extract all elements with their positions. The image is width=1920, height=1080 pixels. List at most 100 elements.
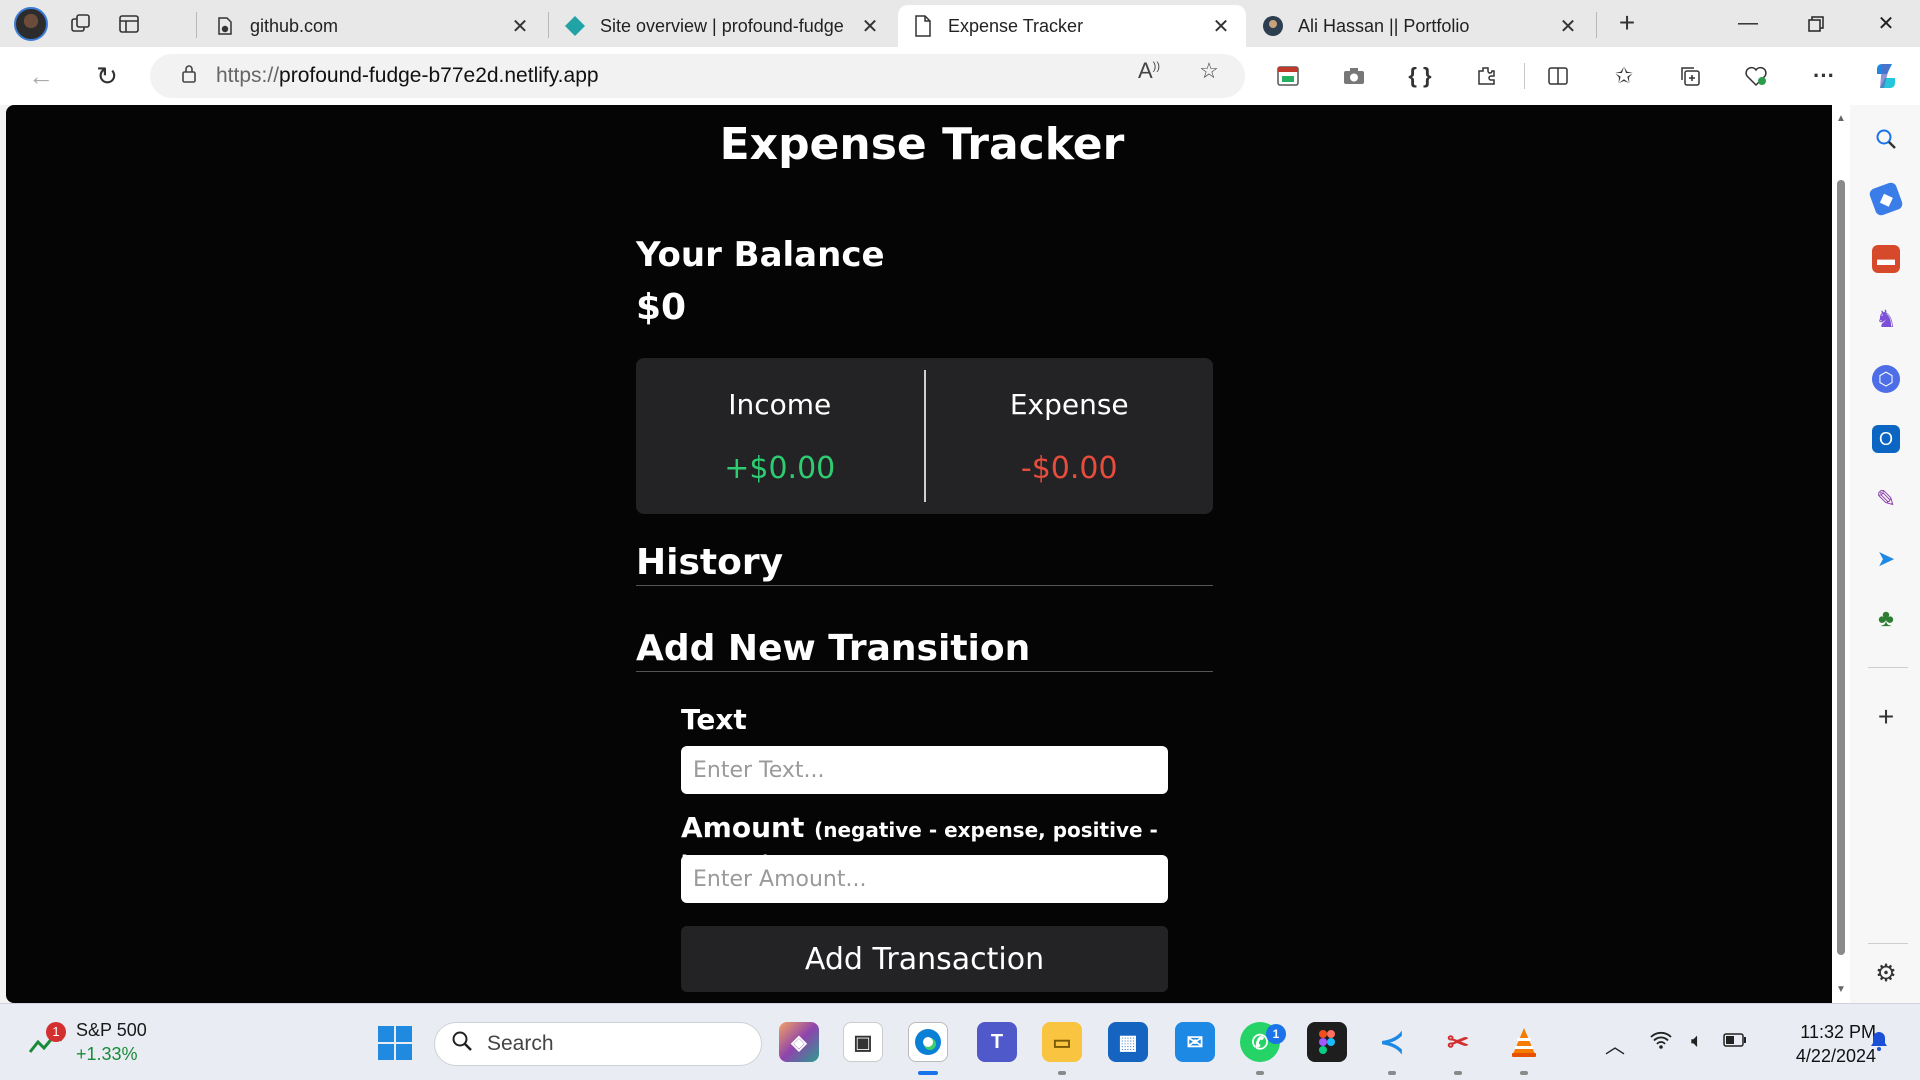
calendar-extension-icon[interactable] <box>1270 58 1306 94</box>
figma-icon[interactable] <box>1307 1022 1347 1062</box>
json-formatter-icon[interactable]: { } <box>1402 58 1438 94</box>
favorites-icon[interactable]: ✩ <box>1606 58 1642 94</box>
sidebar-shopping-tag-icon[interactable]: ◆ <box>1868 181 1904 217</box>
edge-taskbar-icon[interactable] <box>908 1022 948 1062</box>
scroll-up-icon[interactable]: ▲ <box>1835 113 1847 124</box>
taskbar-search[interactable]: Search <box>434 1022 762 1066</box>
tab-github[interactable]: github.com ✕ <box>200 5 545 47</box>
sidebar-designer-icon[interactable]: ✎ <box>1872 485 1900 513</box>
back-icon[interactable]: ← <box>24 59 58 93</box>
toolbar-separator <box>1524 63 1525 89</box>
add-transaction-button[interactable]: Add Transaction <box>681 926 1168 992</box>
collections-icon[interactable] <box>1672 58 1708 94</box>
sidebar-send-icon[interactable]: ➤ <box>1872 545 1900 573</box>
income-label: Income <box>728 388 832 421</box>
new-tab-icon[interactable]: + <box>1612 9 1642 39</box>
minimize-icon[interactable]: — <box>1714 0 1782 47</box>
text-input[interactable] <box>681 746 1168 794</box>
stock-chart-icon: 1 <box>28 1022 66 1056</box>
favorite-star-icon[interactable]: ☆ <box>1194 58 1224 84</box>
performance-icon[interactable] <box>1738 58 1774 94</box>
clock-date: 4/22/2024 <box>1795 1046 1876 1066</box>
tab-expense-tracker[interactable]: Expense Tracker ✕ <box>898 5 1246 47</box>
income-column: Income +$0.00 <box>636 370 926 502</box>
task-view-icon[interactable]: ▣ <box>843 1022 883 1062</box>
sidebar-games-icon[interactable]: ♞ <box>1872 305 1900 333</box>
url-scheme: https:// <box>216 64 280 87</box>
tab-separator <box>196 12 197 38</box>
close-tab-icon[interactable]: ✕ <box>859 14 881 39</box>
vscode-indicator <box>1388 1071 1396 1075</box>
close-tab-icon[interactable]: ✕ <box>1557 14 1579 39</box>
income-value: +$0.00 <box>724 451 836 486</box>
split-screen-icon[interactable] <box>1540 58 1576 94</box>
wifi-icon[interactable] <box>1648 1030 1674 1056</box>
stock-badge: 1 <box>46 1022 66 1042</box>
sidebar-microsoft365-icon[interactable]: ⬡ <box>1872 365 1900 393</box>
vertical-tabs-icon[interactable] <box>114 9 144 39</box>
sidebar-outlook-icon[interactable]: O <box>1872 425 1900 453</box>
taskbar-clock[interactable]: 11:32 PM 4/22/2024 <box>1762 1020 1876 1068</box>
workspaces-icon[interactable] <box>66 9 96 39</box>
tabstrip-lead <box>0 0 200 47</box>
text-field-label: Text <box>681 703 747 736</box>
clock-time: 11:32 PM <box>1800 1022 1876 1042</box>
github-icon <box>214 15 236 37</box>
whatsapp-icon[interactable]: ✆ 1 <box>1240 1022 1286 1062</box>
close-window-icon[interactable]: ✕ <box>1852 0 1920 47</box>
browser-toolbar: ← ↻ https://profound-fudge-b77e2d.netlif… <box>0 47 1920 105</box>
notification-bell-icon[interactable] <box>1866 1030 1892 1058</box>
expense-value: -$0.00 <box>1020 451 1118 486</box>
amount-label: Amount <box>681 811 805 844</box>
stock-widget[interactable]: 1 S&P 500 +1.33% <box>28 1018 147 1066</box>
restore-icon[interactable] <box>1782 0 1850 47</box>
lock-icon[interactable] <box>178 64 200 89</box>
refresh-icon[interactable]: ↻ <box>90 59 124 93</box>
copilot-icon[interactable] <box>1868 58 1904 94</box>
sidebar-settings-icon[interactable]: ⚙ <box>1872 959 1900 987</box>
sidebar-add-icon[interactable]: + <box>1872 701 1900 732</box>
windows-start-icon[interactable] <box>378 1026 412 1060</box>
search-icon <box>451 1030 473 1058</box>
camera-icon[interactable] <box>1336 58 1372 94</box>
tab-portfolio[interactable]: Ali Hassan || Portfolio ✕ <box>1248 5 1593 47</box>
tab-separator <box>548 12 549 38</box>
file-explorer-icon[interactable]: ▭ <box>1042 1022 1082 1062</box>
teams-taskbar-icon[interactable]: T <box>977 1022 1017 1062</box>
scroll-down-icon[interactable]: ▼ <box>1835 984 1847 995</box>
url-text[interactable]: https://profound-fudge-b77e2d.netlify.ap… <box>216 64 1245 88</box>
vscode-icon[interactable]: ≺ <box>1372 1022 1412 1062</box>
sidebar-tree-icon[interactable]: ♣ <box>1872 605 1900 633</box>
tab-title: Expense Tracker <box>948 15 1084 36</box>
mail-icon[interactable]: ✉ <box>1175 1022 1215 1062</box>
url-host: profound-fudge-b77e2d.netlify.app <box>279 64 599 87</box>
close-tab-icon[interactable]: ✕ <box>509 14 531 39</box>
battery-icon[interactable] <box>1722 1030 1748 1053</box>
expense-column: Expense -$0.00 <box>926 370 1214 502</box>
whatsapp-indicator <box>1256 1071 1264 1075</box>
extensions-icon[interactable] <box>1468 58 1504 94</box>
address-bar[interactable]: https://profound-fudge-b77e2d.netlify.ap… <box>150 54 1245 98</box>
profile-avatar[interactable] <box>14 6 48 41</box>
read-aloud-icon[interactable]: A)) <box>1134 58 1164 84</box>
vlc-icon[interactable] <box>1504 1022 1544 1062</box>
more-menu-icon[interactable]: ··· <box>1806 58 1842 94</box>
tab-netlify[interactable]: Site overview | profound-fudge ✕ <box>550 5 895 47</box>
add-transaction-heading: Add New Transition <box>636 628 1213 672</box>
amount-input[interactable] <box>681 855 1168 903</box>
windows-taskbar: 1 S&P 500 +1.33% Search ◈ ▣ T ▭ ▦ ✉ ✆ 1 ≺… <box>0 1003 1920 1080</box>
close-tab-icon[interactable]: ✕ <box>1210 14 1232 39</box>
page-scrollbar[interactable]: ▲ ▼ <box>1832 105 1850 1003</box>
scrollbar-thumb[interactable] <box>1837 180 1845 955</box>
history-heading: History <box>636 542 1213 586</box>
edge-active-indicator <box>918 1071 938 1075</box>
snipping-tool-icon[interactable]: ✂ <box>1438 1022 1478 1062</box>
sidebar-tools-icon[interactable]: ▬ <box>1872 245 1900 273</box>
volume-icon[interactable]: 🔈︎ <box>1684 1030 1710 1053</box>
sidebar-search-icon[interactable] <box>1872 125 1900 153</box>
microsoft-store-icon[interactable]: ▦ <box>1108 1022 1148 1062</box>
expense-label: Expense <box>1009 388 1129 421</box>
copilot-taskbar-icon[interactable]: ◈ <box>779 1022 819 1062</box>
vlc-indicator <box>1520 1071 1528 1075</box>
tray-overflow-icon[interactable]: ︿ <box>1602 1030 1628 1059</box>
